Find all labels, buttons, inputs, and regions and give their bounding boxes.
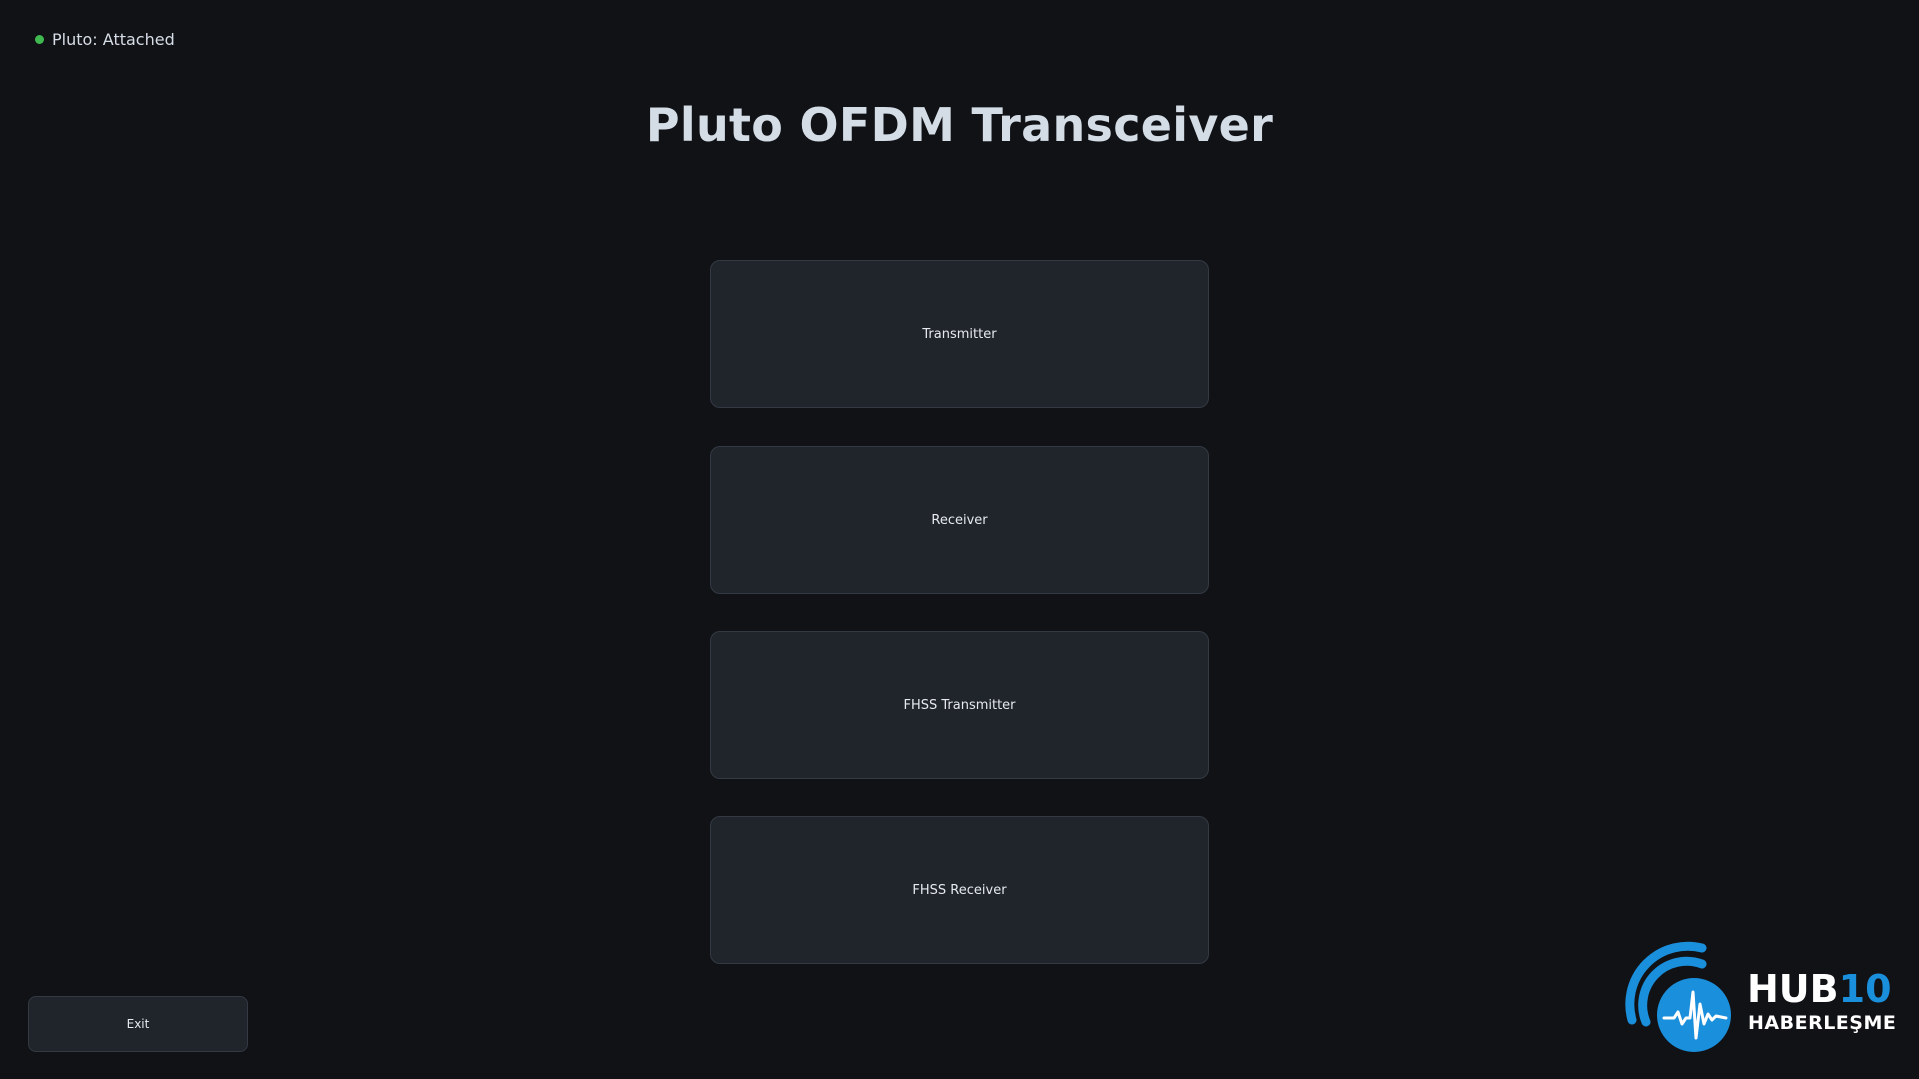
app-window: Pluto: Attached Pluto OFDM Transceiver T… bbox=[0, 0, 1919, 1079]
receiver-button[interactable]: Receiver bbox=[710, 446, 1209, 594]
logo-hub-text: HUB bbox=[1747, 967, 1839, 1011]
device-status: Pluto: Attached bbox=[35, 30, 175, 49]
status-indicator-dot bbox=[35, 35, 44, 44]
exit-button[interactable]: Exit bbox=[28, 996, 248, 1052]
hub10-logo: HUB10 HABERLEŞME bbox=[1622, 940, 1902, 1055]
logo-ten-text: 10 bbox=[1838, 967, 1892, 1011]
device-status-label: Pluto: Attached bbox=[52, 30, 175, 49]
logo-brand-text: HUB10 bbox=[1747, 970, 1892, 1008]
signal-wave-logo-icon bbox=[1625, 941, 1731, 1052]
transmitter-button[interactable]: Transmitter bbox=[710, 260, 1209, 408]
fhss-transmitter-button[interactable]: FHSS Transmitter bbox=[710, 631, 1209, 779]
page-title: Pluto OFDM Transceiver bbox=[645, 98, 1274, 152]
fhss-receiver-button[interactable]: FHSS Receiver bbox=[710, 816, 1209, 964]
logo-subtitle: HABERLEŞME bbox=[1748, 1012, 1897, 1034]
